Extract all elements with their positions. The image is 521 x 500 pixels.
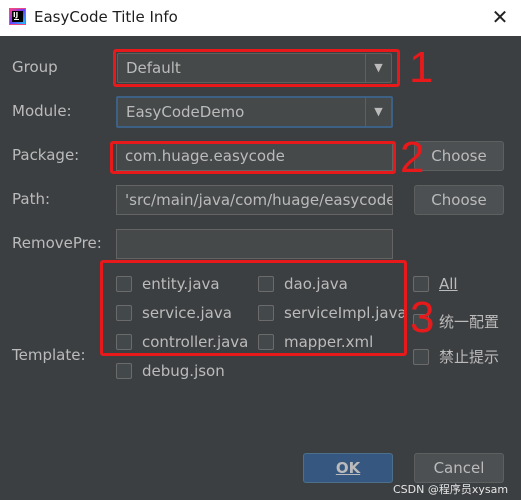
close-icon[interactable]: ✕ [489, 6, 511, 28]
template-checkbox-debug[interactable]: debug.json [116, 362, 225, 380]
package-label: Package: [12, 146, 80, 164]
annotation-number-1: 1 [409, 43, 434, 92]
title-bar: IJ EasyCode Title Info ✕ [0, 0, 521, 36]
all-checkbox[interactable]: All [413, 275, 458, 293]
removepre-label: RemovePre: [12, 234, 102, 252]
package-choose-button[interactable]: Choose [414, 141, 504, 171]
watermark: CSDN @程序员xysam [393, 483, 509, 496]
checkbox-box[interactable] [413, 276, 429, 292]
path-label: Path: [12, 190, 51, 208]
ok-button[interactable]: OK [303, 453, 393, 483]
annotation-number-2: 2 [400, 133, 425, 182]
module-select-value: EasyCodeDemo [126, 103, 245, 121]
annotation-box-2 [110, 141, 396, 174]
module-select[interactable]: EasyCodeDemo ▼ [116, 96, 393, 128]
disable-hint-checkbox[interactable]: 禁止提示 [413, 346, 499, 367]
checkbox-box[interactable] [116, 363, 132, 379]
annotation-number-3: 3 [410, 293, 435, 342]
module-label: Module: [12, 102, 72, 120]
cancel-button[interactable]: Cancel [414, 453, 504, 483]
group-label: Group [12, 58, 58, 76]
app-icon-text: IJ [13, 11, 19, 19]
annotation-box-1 [113, 49, 400, 87]
window-title: EasyCode Title Info [34, 8, 178, 26]
path-field[interactable]: 'src/main/java/com/huage/easycode [116, 185, 393, 215]
removepre-field[interactable] [116, 229, 393, 259]
chevron-down-icon[interactable]: ▼ [365, 98, 391, 126]
template-label: Template: [12, 346, 86, 364]
checkbox-box[interactable] [413, 348, 429, 365]
intellij-app-icon: IJ [9, 8, 26, 25]
annotation-box-3 [100, 260, 407, 356]
path-choose-button[interactable]: Choose [414, 185, 504, 215]
